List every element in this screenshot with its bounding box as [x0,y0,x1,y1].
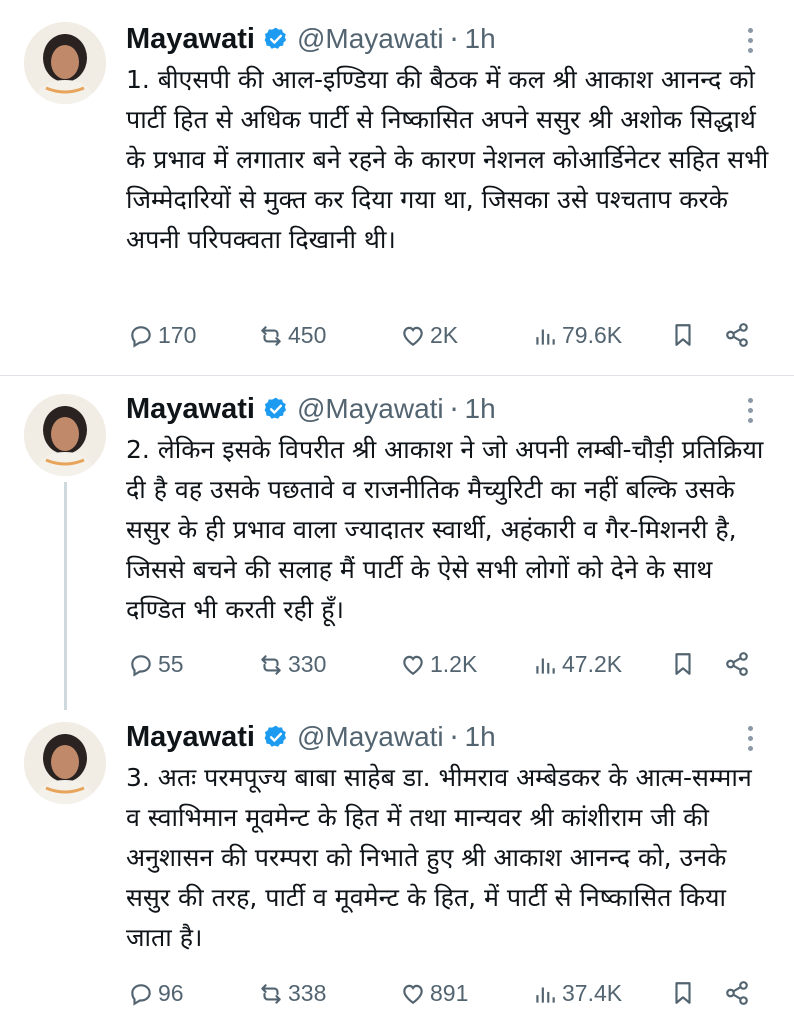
tweet-actions: 170 450 2K 79.6K [128,322,768,352]
tweet-actions: 96 338 891 37.4K [128,980,768,1010]
tweet-text: 1. बीएसपी की आल-इण्डिया की बैठक में कल श… [126,65,769,254]
repost-icon [261,654,281,675]
reply-count: 96 [158,980,184,1006]
repost-button[interactable]: 338 [258,980,326,1007]
views-icon [536,658,555,674]
reply-icon [131,325,151,348]
timestamp[interactable]: 1h [465,23,496,55]
like-count: 1.2K [430,651,478,677]
avatar[interactable] [24,394,106,476]
reply-button[interactable]: 170 [128,322,196,349]
like-icon [403,655,423,675]
repost-icon [261,983,281,1004]
bookmark-button[interactable] [670,651,700,677]
bookmark-button[interactable] [670,322,700,348]
repost-count: 330 [288,651,327,677]
share-icon [726,323,748,347]
reply-count: 55 [158,651,184,677]
repost-icon [261,325,281,346]
more-options-icon[interactable] [748,28,754,54]
views-count: 79.6K [562,322,623,348]
views-icon [536,987,555,1003]
like-icon [403,984,423,1004]
reply-icon [131,983,151,1006]
reply-button[interactable]: 55 [128,651,184,678]
author-name[interactable]: Mayawati [126,393,255,426]
tweet-header: Mayawati @Mayawati · 1h [126,392,496,426]
share-button[interactable] [724,651,754,677]
author-handle[interactable]: @Mayawati [297,393,444,425]
author-handle[interactable]: @Mayawati [297,721,444,753]
views-count: 37.4K [562,980,623,1006]
verified-badge-icon [264,27,287,49]
views-button[interactable]: 79.6K [532,322,622,349]
bookmark-button[interactable] [670,980,700,1006]
tweet-header: Mayawati @Mayawati · 1h [126,22,496,56]
avatar[interactable] [24,22,106,104]
timestamp[interactable]: 1h [465,393,496,425]
like-count: 2K [430,322,459,348]
repost-count: 450 [288,322,327,348]
share-button[interactable] [724,322,754,348]
tweet-1[interactable]: Mayawati @Mayawati · 1h 1. बीएसपी की आल-… [0,0,794,375]
views-icon [536,329,555,345]
repost-count: 338 [288,980,327,1006]
share-button[interactable] [724,980,754,1006]
verified-badge-icon [264,725,287,747]
author-handle[interactable]: @Mayawati [297,23,444,55]
reply-icon [131,654,151,677]
more-options-icon[interactable] [748,398,754,424]
separator-dot: · [449,22,459,56]
reply-button[interactable]: 96 [128,980,184,1007]
bookmark-icon [675,324,691,346]
separator-dot: · [449,720,459,754]
verified-badge-icon [264,397,287,419]
views-count: 47.2K [562,651,623,677]
share-icon [726,981,748,1005]
bookmark-icon [675,982,691,1004]
author-name[interactable]: Mayawati [126,721,255,754]
like-button[interactable]: 1.2K [400,651,477,678]
thread-connector [64,482,67,710]
tweet-text: 2. लेकिन इसके विपरीत श्री आकाश ने जो अपन… [126,435,764,624]
like-button[interactable]: 2K [400,322,458,349]
views-button[interactable]: 37.4K [532,980,622,1007]
tweet-2[interactable]: Mayawati @Mayawati · 1h 2. लेकिन इसके वि… [0,376,794,710]
timestamp[interactable]: 1h [465,721,496,753]
views-button[interactable]: 47.2K [532,651,622,678]
more-options-icon[interactable] [748,726,754,752]
like-button[interactable]: 891 [400,980,468,1007]
tweet-actions: 55 330 1.2K 47.2K [128,651,768,681]
avatar[interactable] [24,722,106,804]
bookmark-icon [675,653,691,675]
tweet-text: 3. अतः परमपूज्य बाबा साहेब डा. भीमराव अम… [126,763,752,952]
reply-count: 170 [158,322,197,348]
author-name[interactable]: Mayawati [126,23,255,56]
like-icon [403,326,423,346]
separator-dot: · [449,392,459,426]
repost-button[interactable]: 330 [258,651,326,678]
tweet-header: Mayawati @Mayawati · 1h [126,720,496,754]
repost-button[interactable]: 450 [258,322,326,349]
share-icon [726,652,748,676]
tweet-3[interactable]: Mayawati @Mayawati · 1h 3. अतः परमपूज्य … [0,706,794,1024]
like-count: 891 [430,980,469,1006]
